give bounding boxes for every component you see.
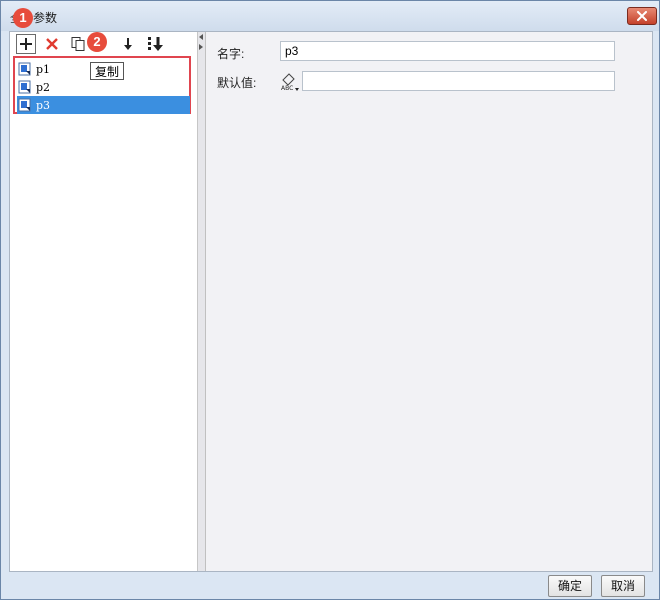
cancel-button[interactable]: 取消 (601, 575, 645, 597)
close-icon (637, 11, 647, 21)
add-button[interactable] (16, 34, 36, 54)
list-item-label: p1 (36, 62, 51, 76)
expand-right-icon (199, 44, 203, 50)
dialog-body: p1 p2 p3 复制 名字: p3 默认值: ABC (9, 31, 653, 572)
collapse-left-icon (199, 34, 203, 40)
delete-icon (46, 38, 58, 50)
move-down-button[interactable] (118, 34, 138, 54)
copy-button[interactable] (68, 34, 88, 54)
move-down-icon (124, 38, 132, 50)
add-icon (20, 38, 32, 50)
ok-button[interactable]: 确定 (548, 575, 592, 597)
svg-text:ABC: ABC (281, 85, 293, 92)
value-type-abc-icon[interactable]: ABC (280, 71, 302, 93)
parameter-dialog: 全 参数 (0, 0, 660, 600)
parameter-list-panel: p1 p2 p3 复制 (10, 32, 198, 571)
copy-tooltip: 复制 (90, 62, 125, 80)
parameter-icon (18, 80, 31, 94)
step-badge-2: 2 (87, 32, 107, 52)
parameter-icon (18, 98, 31, 112)
list-item-selected[interactable]: p3 (17, 96, 190, 114)
list-item-label: p2 (36, 80, 51, 94)
move-bottom-icon (148, 37, 163, 51)
dialog-title: 参数 (33, 11, 58, 25)
close-button[interactable] (627, 7, 657, 25)
parameter-icon (18, 62, 31, 76)
panel-splitter[interactable] (198, 32, 206, 571)
copy-icon (71, 37, 85, 51)
name-label: 名字: (217, 47, 245, 61)
title-bar: 全 参数 (1, 1, 659, 31)
name-input[interactable]: p3 (280, 41, 615, 61)
default-value-input[interactable] (302, 71, 615, 91)
list-item-label: p3 (36, 98, 51, 112)
delete-button[interactable] (42, 34, 62, 54)
step-badge-1: 1 (13, 8, 33, 28)
move-bottom-button[interactable] (146, 34, 166, 54)
default-value-label: 默认值: (217, 76, 257, 90)
list-item[interactable]: p2 (17, 78, 190, 96)
